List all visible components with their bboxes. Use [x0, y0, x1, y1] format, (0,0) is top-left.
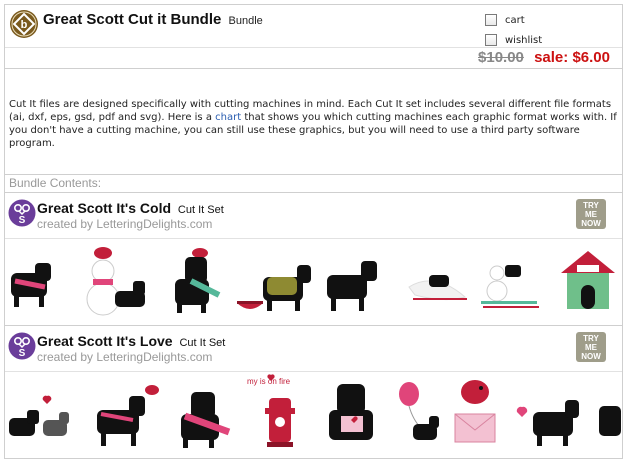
sale-price: $6.00 — [572, 49, 610, 66]
try-label-1: TRY — [583, 334, 599, 343]
item-creator: created by LetteringDelights.com — [37, 350, 213, 364]
price-block: $10.00 sale: $6.00 — [478, 49, 610, 66]
svg-text:S: S — [19, 215, 26, 226]
try-label-2: ME — [585, 343, 597, 352]
bird-envelope-icon — [454, 380, 496, 443]
try-label-1: TRY — [583, 201, 599, 210]
scottie-dog-icon — [263, 265, 311, 311]
snowman-icon — [86, 247, 145, 316]
sled-icon — [408, 275, 467, 301]
scottie-dog-icon — [9, 395, 69, 436]
sale-label: sale: — [534, 49, 569, 66]
bowl-icon — [237, 301, 263, 309]
item-creator: created by LetteringDelights.com — [37, 217, 213, 231]
try-label-3: NOW — [581, 352, 601, 361]
bundle-title-text: Great Scott Cut it Bundle — [43, 11, 222, 28]
scissors-s-icon: S — [8, 199, 36, 227]
scottie-dog-icon — [181, 392, 231, 448]
header-divider — [5, 47, 622, 48]
bundle-title: Great Scott Cut it Bundle Bundle — [43, 11, 263, 28]
cart-label: cart — [505, 14, 525, 26]
description-text: Cut It files are designed specifically w… — [9, 98, 617, 150]
svg-text:S: S — [19, 348, 26, 359]
cold-set-preview-image[interactable] — [5, 241, 622, 325]
bundle-type: Bundle — [228, 15, 263, 27]
item-divider — [5, 238, 622, 239]
balloon-icon — [399, 382, 439, 440]
scottie-dog-icon — [329, 384, 373, 440]
description-section: Cut It files are designed specifically w… — [5, 69, 622, 175]
love-set-preview-image[interactable]: my is on fire — [5, 374, 622, 458]
wishlist-label: wishlist — [505, 34, 543, 46]
try-label-3: NOW — [581, 219, 601, 228]
wishlist-checkbox[interactable] — [485, 34, 497, 46]
item-type: Cut It Set — [179, 337, 226, 349]
bundle-item: S Great Scott It's Love Cut It Set creat… — [5, 325, 622, 458]
fire-hydrant-icon: my is on fire — [247, 374, 295, 447]
snowman-icon — [481, 265, 539, 308]
chart-link[interactable]: chart — [215, 112, 241, 123]
bundle-diamond-icon: b — [10, 10, 38, 38]
item-divider — [5, 371, 622, 372]
bundle-item: S Great Scott It's Cold Cut It Set creat… — [5, 192, 622, 325]
try-label-2: ME — [585, 210, 597, 219]
product-panel: b Great Scott Cut it Bundle Bundle cart … — [4, 4, 623, 459]
bundle-actions: cart wishlist — [485, 11, 542, 51]
dog-house-icon — [561, 251, 615, 309]
scissors-s-icon: S — [8, 332, 36, 360]
old-price: $10.00 — [478, 49, 524, 66]
cart-option[interactable]: cart — [485, 11, 542, 29]
scottie-dog-icon — [327, 261, 377, 311]
bundle-header: b Great Scott Cut it Bundle Bundle cart … — [5, 5, 622, 69]
item-title-text: Great Scott It's Love — [37, 333, 173, 349]
item-type: Cut It Set — [177, 204, 224, 216]
svg-text:b: b — [21, 19, 28, 31]
scottie-dog-icon — [175, 248, 221, 313]
cart-checkbox[interactable] — [485, 14, 497, 26]
bundle-contents-heading: Bundle Contents: — [9, 176, 102, 190]
try-me-now-button[interactable]: TRY ME NOW — [576, 199, 606, 229]
scottie-dog-icon — [11, 263, 51, 307]
scottie-dog-icon — [516, 400, 621, 446]
item-title-text: Great Scott It's Cold — [37, 200, 172, 216]
item-title[interactable]: Great Scott It's Love Cut It Set — [37, 333, 225, 349]
item-title[interactable]: Great Scott It's Cold Cut It Set — [37, 200, 224, 216]
scottie-dog-icon — [97, 385, 159, 446]
try-me-now-button[interactable]: TRY ME NOW — [576, 332, 606, 362]
